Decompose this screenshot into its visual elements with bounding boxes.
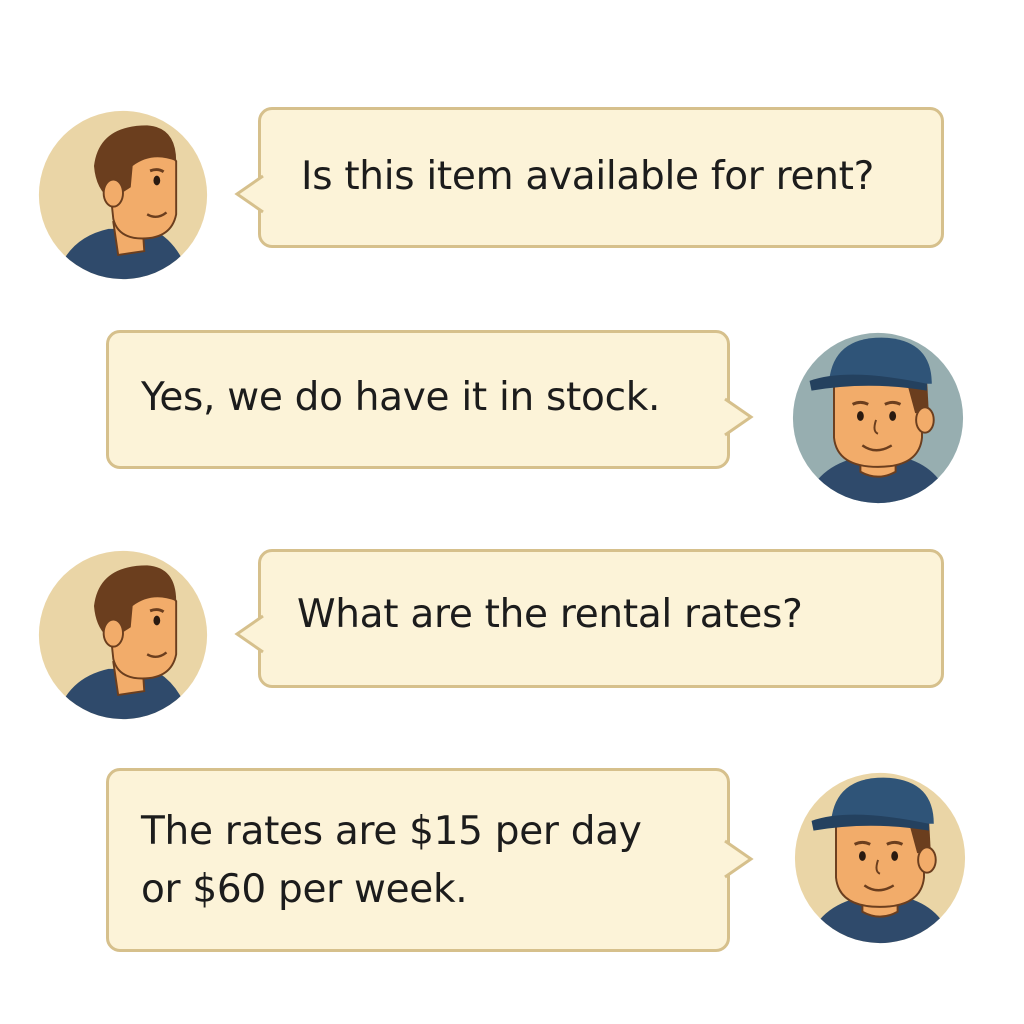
customer-avatar-icon <box>36 548 210 722</box>
bubble-tail-left <box>234 614 264 654</box>
message-bubble-2: Yes, we do have it in stock. <box>106 330 754 469</box>
clerk-avatar-icon <box>792 770 968 946</box>
message-bubble-1: Is this item available for rent? <box>234 107 944 248</box>
customer-avatar-icon <box>36 108 210 282</box>
message-text-3: What are the rental rates? <box>297 592 803 637</box>
clerk-avatar-icon <box>790 330 966 506</box>
message-bubble-4: The rates are $15 per day or $60 per wee… <box>106 768 754 952</box>
message-bubble-3: What are the rental rates? <box>234 549 944 688</box>
message-text-2: Yes, we do have it in stock. <box>141 375 661 420</box>
message-text-1: Is this item available for rent? <box>301 154 875 199</box>
bubble-tail-right <box>724 839 754 879</box>
message-text-4: The rates are $15 per day or $60 per wee… <box>141 809 642 912</box>
bubble-tail-right <box>724 397 754 437</box>
bubble-tail-left <box>234 174 264 214</box>
